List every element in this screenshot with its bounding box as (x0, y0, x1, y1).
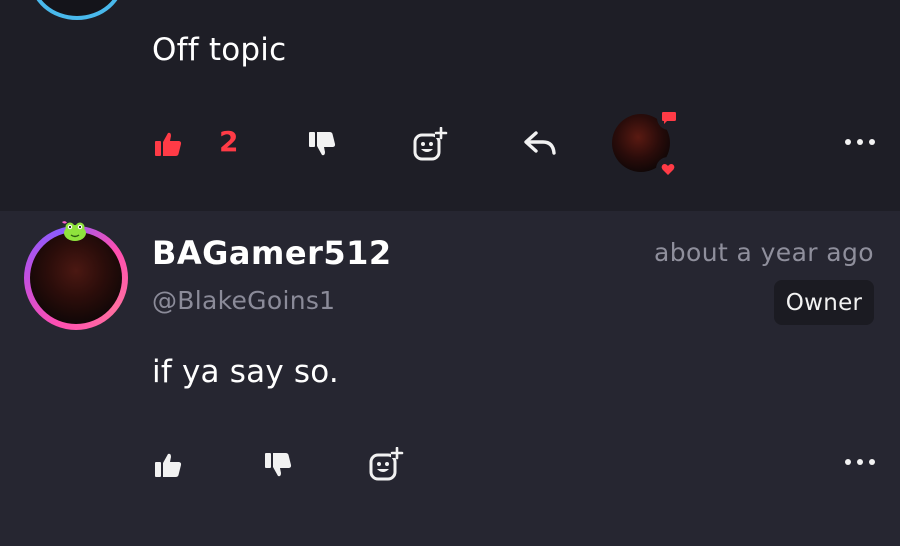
thumbs-down-icon (309, 132, 336, 156)
dislike-button[interactable] (306, 128, 338, 160)
dot (869, 139, 875, 145)
timestamp: about a year ago (654, 238, 874, 267)
avatar-image (30, 232, 122, 324)
add-reaction-button[interactable] (366, 446, 406, 482)
comment-badge (657, 106, 681, 130)
dot (845, 459, 851, 465)
dislike-button[interactable] (262, 449, 294, 481)
more-options-button[interactable] (845, 457, 875, 467)
add-reaction-button[interactable] (410, 126, 450, 162)
chat-bubble-icon (662, 112, 676, 124)
like-count: 2 (219, 125, 239, 158)
add-reaction-icon (369, 447, 404, 481)
heart-icon (661, 163, 675, 175)
heart-badge (656, 157, 680, 181)
dot (869, 459, 875, 465)
frog-badge-icon (62, 221, 86, 241)
like-button[interactable] (152, 128, 184, 160)
thumbs-up-icon (155, 453, 182, 477)
thumbs-up-icon (155, 132, 182, 156)
comment-text: if ya say so. (152, 354, 339, 390)
dot (857, 459, 863, 465)
more-options-button[interactable] (845, 137, 875, 147)
reply-icon (524, 131, 556, 155)
avatar[interactable] (30, 0, 124, 20)
comment-text: Off topic (152, 32, 287, 68)
reply-button[interactable] (522, 128, 558, 158)
like-button[interactable] (152, 449, 184, 481)
comment-card-top: Off topic 2 (0, 0, 900, 211)
dot (857, 139, 863, 145)
user-handle: @BlakeGoins1 (152, 286, 336, 315)
dot (845, 139, 851, 145)
role-badge: Owner (774, 280, 874, 325)
thumbs-down-icon (265, 453, 292, 477)
username[interactable]: BAGamer512 (152, 234, 392, 272)
add-reaction-icon (413, 127, 448, 161)
